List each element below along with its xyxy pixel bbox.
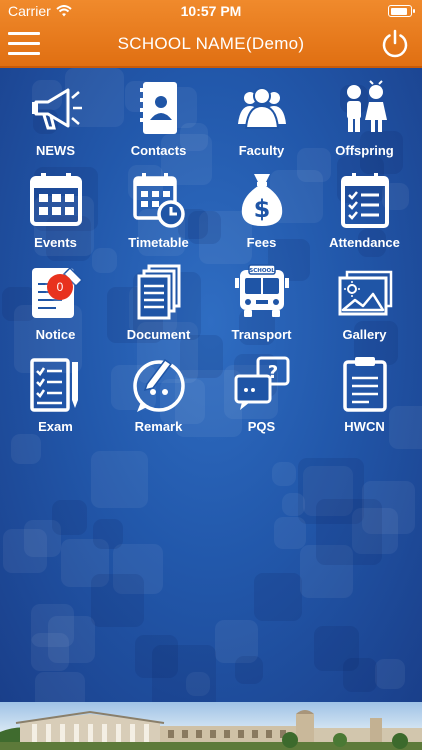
background-tile [235, 656, 263, 684]
background-tile [282, 493, 305, 516]
contact-book-icon [139, 82, 177, 134]
calendar-icon [29, 173, 82, 226]
menu-item-label: Attendance [329, 235, 400, 250]
menu-item-label: Document [126, 327, 191, 342]
menu-item-label: PQS [247, 419, 276, 434]
menu-item-label: Offspring [335, 143, 394, 158]
background-tile [93, 519, 123, 549]
menu-item-pqs[interactable]: ? PQS [209, 354, 314, 446]
menu-item-attendance[interactable]: Attendance [312, 170, 417, 262]
menu-item-notice[interactable]: 0 Notice [3, 262, 108, 354]
background-tile [254, 573, 302, 621]
menu-item-exam[interactable]: Exam [3, 354, 108, 446]
background-tile [152, 645, 216, 702]
menu-item-label: Gallery [342, 327, 387, 342]
menu-item-label: HWCN [344, 419, 385, 434]
menu-item-label: Events [34, 235, 77, 250]
menu-item-document[interactable]: Document [106, 262, 211, 354]
menu-item-label: Remark [134, 419, 183, 434]
menu-item-label: Exam [38, 419, 73, 434]
background-tile [314, 626, 359, 671]
background-tile [375, 659, 405, 689]
background-tile [274, 517, 306, 549]
menu-item-label: Contacts [130, 143, 187, 158]
children-icon [346, 80, 387, 132]
clipboard-icon [342, 357, 387, 412]
money-bag-icon: $ [241, 174, 282, 226]
menu-item-remark[interactable]: Remark [106, 354, 211, 446]
menu-item-label: Notice [35, 327, 76, 342]
menu-item-label: Timetable [128, 235, 189, 250]
app-header: Carrier 10:57 PM SCHOOL NAME(Demo) [0, 0, 422, 68]
background-tile [35, 672, 85, 702]
menu-item-faculty[interactable]: Faculty [209, 78, 314, 170]
school-building-banner [0, 702, 422, 750]
background-tile [52, 500, 87, 535]
menu-item-gallery[interactable]: Gallery [312, 262, 417, 354]
menu-item-news[interactable]: NEWS [3, 78, 108, 170]
calendar-clock-icon [132, 173, 185, 228]
school-bus-icon: SCHOOL [234, 264, 289, 317]
notice-badge: 0 [47, 274, 73, 300]
megaphone-icon [31, 88, 82, 130]
status-bar: Carrier 10:57 PM [0, 0, 422, 22]
svg-text:$: $ [253, 195, 270, 223]
background-tile [48, 616, 95, 663]
battery-icon [388, 5, 415, 17]
bus-sign-text: SCHOOL [249, 268, 275, 274]
menu-item-label: Faculty [238, 143, 285, 158]
documents-icon [137, 264, 180, 320]
background-tile [316, 499, 382, 565]
page-title: SCHOOL NAME(Demo) [117, 34, 305, 53]
school-building-image [0, 710, 422, 750]
menu-item-fees[interactable]: $ Fees [209, 170, 314, 262]
menu-item-label: NEWS [36, 143, 75, 158]
exam-sheet-icon [29, 358, 78, 412]
people-group-icon [237, 87, 286, 129]
menu-item-timetable[interactable]: Timetable [106, 170, 211, 262]
nav-bar: SCHOOL NAME(Demo) [0, 22, 422, 66]
checklist-icon [340, 173, 389, 228]
gallery-icon [338, 270, 392, 316]
background-tile [91, 574, 144, 627]
menu-item-events[interactable]: Events [3, 170, 108, 262]
menu-item-offspring[interactable]: Offspring [312, 78, 417, 170]
menu-item-contacts[interactable]: Contacts [106, 78, 211, 170]
question-chat-icon: ? [234, 356, 289, 410]
menu-item-label: Fees [246, 235, 277, 250]
remark-bubble-icon [132, 358, 185, 412]
menu-item-label: Transport [231, 327, 292, 342]
dashboard-area: NEWS Contacts Faculty Offspring Events T… [0, 68, 422, 702]
background-tile [91, 451, 148, 508]
power-logout-icon[interactable] [380, 28, 410, 58]
menu-item-transport[interactable]: SCHOOL Transport [209, 262, 314, 354]
menu-item-hwcn[interactable]: HWCN [312, 354, 417, 446]
status-time: 10:57 PM [180, 3, 242, 19]
background-tile [272, 462, 296, 486]
